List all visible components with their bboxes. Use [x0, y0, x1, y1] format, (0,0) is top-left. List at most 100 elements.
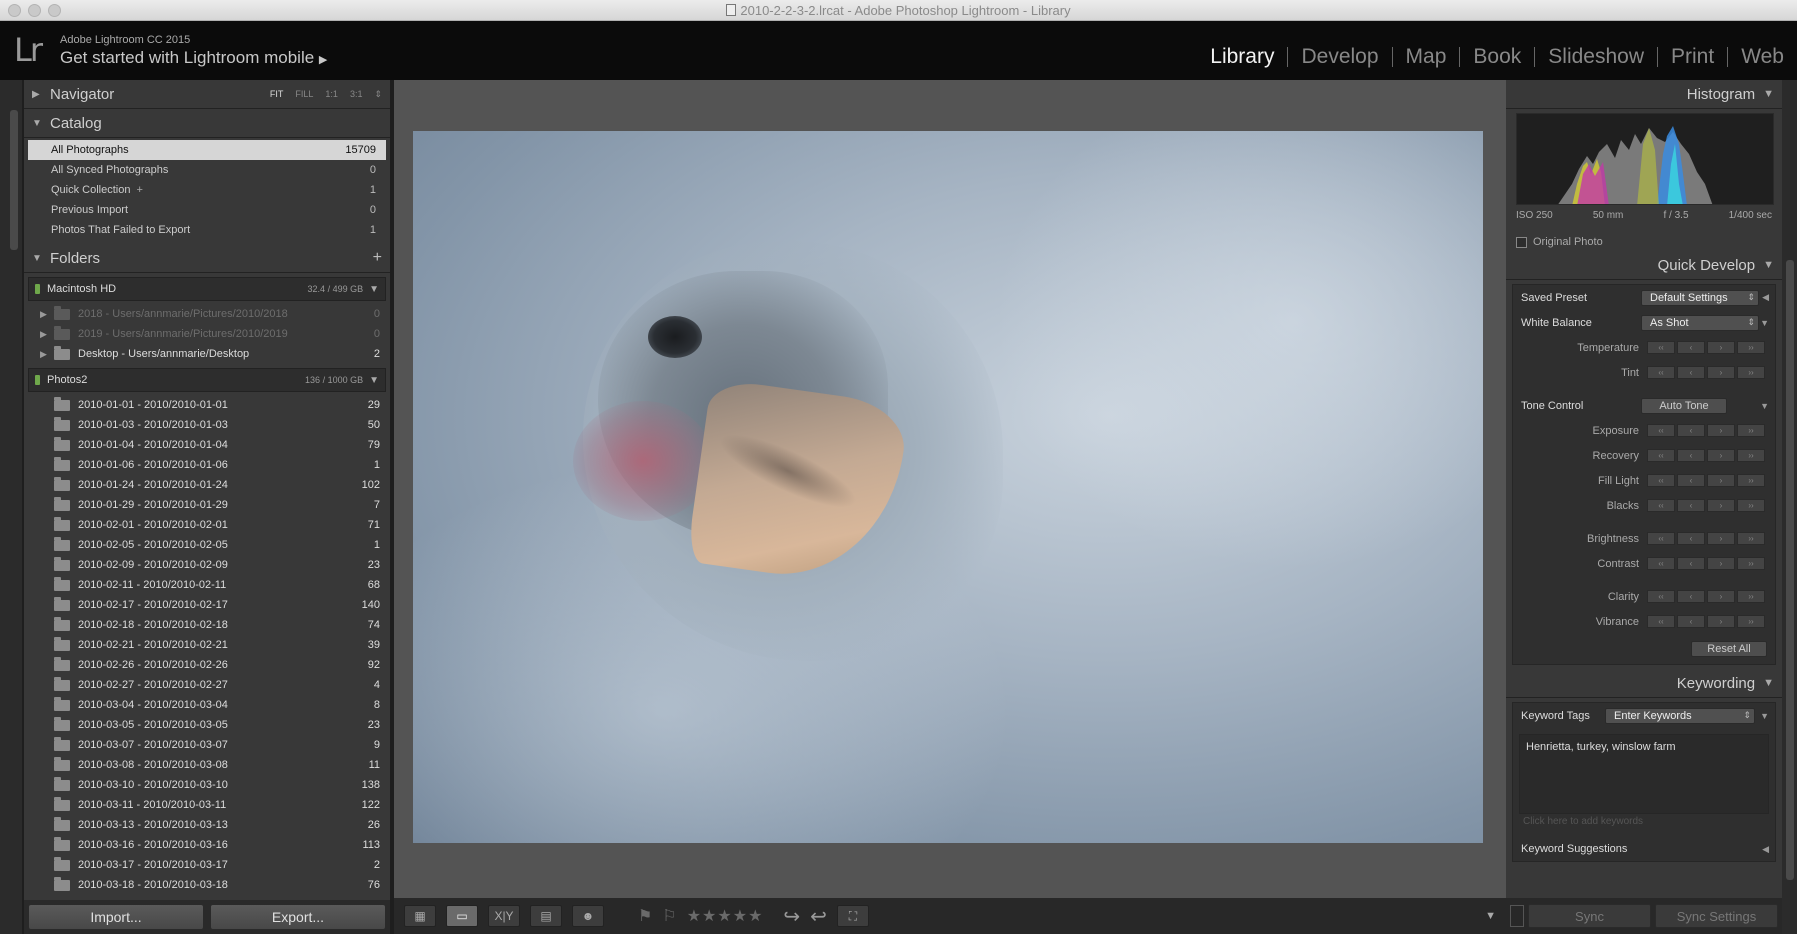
export-button[interactable]: Export... — [210, 904, 386, 930]
crop-button[interactable]: ⛶ — [836, 905, 869, 927]
collapse-triangle-icon[interactable]: ▼ — [369, 375, 379, 386]
increase-button[interactable]: › — [1707, 474, 1735, 487]
decrease-button[interactable]: ‹ — [1677, 615, 1705, 628]
folder-item[interactable]: ▶ 2010-03-16 - 2010/2010-03-16 113 — [24, 835, 390, 855]
catalog-item[interactable]: Quick Collection +1 — [28, 180, 386, 200]
folder-item[interactable]: ▶ 2010-01-03 - 2010/2010-01-03 50 — [24, 415, 390, 435]
expand-triangle-icon[interactable]: ▶ — [40, 329, 54, 340]
catalog-item[interactable]: Previous Import 0 — [28, 200, 386, 220]
grid-view-button[interactable]: ▦ — [404, 905, 436, 927]
folder-item[interactable]: ▶ 2010-03-07 - 2010/2010-03-07 9 — [24, 735, 390, 755]
catalog-item[interactable]: All Photographs 15709 — [28, 140, 386, 160]
keywording-header[interactable]: Keywording ▼ — [1506, 669, 1782, 698]
increase-button[interactable]: › — [1707, 449, 1735, 462]
folder-item[interactable]: ▶ 2010-01-04 - 2010/2010-01-04 79 — [24, 435, 390, 455]
module-library[interactable]: Library — [1197, 45, 1287, 69]
increase-large-button[interactable]: ›› — [1737, 532, 1765, 545]
increase-large-button[interactable]: ›› — [1737, 424, 1765, 437]
expand-triangle-icon[interactable]: ▶ — [40, 349, 54, 360]
toolbar-menu-chevron-icon[interactable]: ▼ — [1485, 910, 1496, 922]
folder-item[interactable]: ▶ 2018 - Users/annmarie/Pictures/2010/201… — [24, 304, 390, 324]
folders-header[interactable]: ▼ Folders + — [24, 244, 390, 273]
sync-toggle-switch[interactable] — [1510, 905, 1524, 927]
sync-settings-button[interactable]: Sync Settings — [1655, 904, 1778, 928]
import-button[interactable]: Import... — [28, 904, 204, 930]
folder-item[interactable]: ▶ 2010-01-29 - 2010/2010-01-29 7 — [24, 495, 390, 515]
right-scrollbar[interactable] — [1786, 260, 1794, 880]
keyword-suggestions-row[interactable]: Keyword Suggestions ◀ — [1513, 836, 1775, 862]
increase-large-button[interactable]: ›› — [1737, 474, 1765, 487]
compare-view-button[interactable]: X|Y — [488, 905, 520, 927]
collapse-triangle-icon[interactable]: ▼ — [369, 284, 379, 295]
increase-button[interactable]: › — [1707, 615, 1735, 628]
folder-item[interactable]: ▶ 2010-03-18 - 2010/2010-03-18 76 — [24, 875, 390, 895]
folder-item[interactable]: ▶ 2010-02-17 - 2010/2010-02-17 140 — [24, 595, 390, 615]
catalog-header[interactable]: ▼ Catalog — [24, 109, 390, 138]
folder-item[interactable]: ▶ 2010-03-04 - 2010/2010-03-04 8 — [24, 695, 390, 715]
folder-item[interactable]: ▶ 2010-01-06 - 2010/2010-01-06 1 — [24, 455, 390, 475]
folder-item[interactable]: ▶ 2010-02-05 - 2010/2010-02-05 1 — [24, 535, 390, 555]
decrease-button[interactable]: ‹ — [1677, 474, 1705, 487]
volume-header[interactable]: Photos2 136 / 1000 GB ▼ — [28, 368, 386, 392]
folder-item[interactable]: ▶ 2010-01-01 - 2010/2010-01-01 29 — [24, 395, 390, 415]
folder-item[interactable]: ▶ 2010-01-24 - 2010/2010-01-24 102 — [24, 475, 390, 495]
histogram-graph[interactable] — [1516, 113, 1774, 205]
decrease-large-button[interactable]: ‹‹ — [1647, 590, 1675, 603]
increase-large-button[interactable]: ›› — [1737, 341, 1765, 354]
folder-item[interactable]: ▶ 2010-02-09 - 2010/2010-02-09 23 — [24, 555, 390, 575]
navigator-zoom-1-1[interactable]: 1:1 — [325, 89, 338, 100]
left-scrollbar[interactable] — [10, 110, 18, 250]
folder-item[interactable]: ▶ Desktop - Users/annmarie/Desktop 2 — [24, 344, 390, 364]
decrease-large-button[interactable]: ‹‹ — [1647, 615, 1675, 628]
decrease-button[interactable]: ‹ — [1677, 424, 1705, 437]
decrease-button[interactable]: ‹ — [1677, 590, 1705, 603]
increase-button[interactable]: › — [1707, 590, 1735, 603]
folder-item[interactable]: ▶ 2010-03-10 - 2010/2010-03-10 138 — [24, 775, 390, 795]
rotate-left-icon[interactable]: ↪ — [783, 904, 800, 929]
saved-preset-select[interactable]: Default Settings — [1641, 289, 1759, 306]
folder-item[interactable]: ▶ 2010-02-18 - 2010/2010-02-18 74 — [24, 615, 390, 635]
module-slideshow[interactable]: Slideshow — [1535, 45, 1657, 69]
rotate-right-icon[interactable]: ↩ — [810, 904, 827, 929]
module-map[interactable]: Map — [1393, 45, 1460, 69]
increase-button[interactable]: › — [1707, 532, 1735, 545]
navigator-zoom-fit[interactable]: FIT — [270, 89, 284, 100]
module-web[interactable]: Web — [1728, 45, 1797, 69]
decrease-large-button[interactable]: ‹‹ — [1647, 532, 1675, 545]
down-caret-icon[interactable]: ▼ — [1760, 318, 1769, 328]
original-photo-toggle[interactable]: Original Photo — [1506, 221, 1782, 251]
module-develop[interactable]: Develop — [1288, 45, 1391, 69]
decrease-button[interactable]: ‹ — [1677, 499, 1705, 512]
reset-all-button[interactable]: Reset All — [1691, 641, 1767, 657]
decrease-large-button[interactable]: ‹‹ — [1647, 499, 1675, 512]
mobile-prompt[interactable]: Get started with Lightroom mobile ▶ — [60, 48, 327, 68]
reject-flag-icon[interactable]: ⚐ — [662, 906, 676, 926]
zoom-stepper-icon[interactable]: ⇕ — [374, 89, 382, 100]
increase-large-button[interactable]: ›› — [1737, 449, 1765, 462]
down-caret-icon[interactable]: ▼ — [1760, 401, 1769, 411]
navigator-header[interactable]: ▶ Navigator FIT FILL 1:1 3:1 ⇕ — [24, 80, 390, 109]
folder-item[interactable]: ▶ 2010-03-13 - 2010/2010-03-13 26 — [24, 815, 390, 835]
decrease-button[interactable]: ‹ — [1677, 532, 1705, 545]
auto-tone-button[interactable]: Auto Tone — [1641, 397, 1727, 414]
folder-item[interactable]: ▶ 2010-03-11 - 2010/2010-03-11 122 — [24, 795, 390, 815]
add-keywords-field[interactable]: Click here to add keywords — [1519, 816, 1769, 830]
increase-button[interactable]: › — [1707, 366, 1735, 379]
increase-button[interactable]: › — [1707, 499, 1735, 512]
original-photo-checkbox[interactable] — [1516, 236, 1527, 248]
increase-large-button[interactable]: ›› — [1737, 557, 1765, 570]
keyword-tags-select[interactable]: Enter Keywords — [1605, 707, 1755, 724]
quick-develop-header[interactable]: Quick Develop ▼ — [1506, 251, 1782, 280]
folder-item[interactable]: ▶ 2010-03-08 - 2010/2010-03-08 11 — [24, 755, 390, 775]
folder-item[interactable]: ▶ 2010-02-26 - 2010/2010-02-26 92 — [24, 655, 390, 675]
sync-button[interactable]: Sync — [1528, 904, 1651, 928]
increase-button[interactable]: › — [1707, 424, 1735, 437]
folder-item[interactable]: ▶ 2010-02-27 - 2010/2010-02-27 4 — [24, 675, 390, 695]
folder-item[interactable]: ▶ 2010-02-11 - 2010/2010-02-11 68 — [24, 575, 390, 595]
increase-button[interactable]: › — [1707, 557, 1735, 570]
white-balance-select[interactable]: As Shot — [1641, 314, 1759, 331]
histogram-header[interactable]: Histogram ▼ — [1506, 80, 1782, 109]
decrease-button[interactable]: ‹ — [1677, 366, 1705, 379]
photo-turkey[interactable] — [413, 131, 1483, 843]
catalog-item[interactable]: All Synced Photographs 0 — [28, 160, 386, 180]
